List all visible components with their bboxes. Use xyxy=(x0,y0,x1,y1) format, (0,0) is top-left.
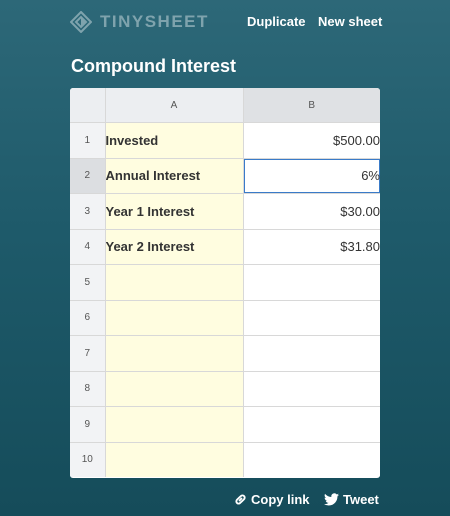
spreadsheet-grid: A B 1 Invested $500.00 2 Annual Interest 6% 3 Y… xyxy=(70,88,380,477)
sheet-row: 10 xyxy=(70,441,380,477)
cell-b7[interactable] xyxy=(242,335,380,372)
row-header-10[interactable]: 10 xyxy=(70,441,106,477)
sheet-row: 7 xyxy=(70,335,380,372)
duplicate-button[interactable]: Duplicate xyxy=(247,14,306,29)
cell-b9[interactable] xyxy=(242,406,380,443)
tweet-button[interactable]: Tweet xyxy=(324,492,379,507)
column-header-a[interactable]: A xyxy=(104,88,244,123)
sheet-row: 6 xyxy=(70,299,380,336)
cell-b6[interactable] xyxy=(242,299,380,336)
column-header-row: A B xyxy=(70,88,380,123)
cell-b2[interactable]: 6% xyxy=(242,157,380,194)
link-icon xyxy=(235,494,246,505)
sheet-row: 8 xyxy=(70,370,380,407)
new-sheet-button[interactable]: New sheet xyxy=(318,14,382,29)
cell-a4[interactable]: Year 2 Interest xyxy=(104,228,244,265)
sheet-row: 1 Invested $500.00 xyxy=(70,122,380,159)
row-header-6[interactable]: 6 xyxy=(70,299,106,336)
cell-b3[interactable]: $30.00 xyxy=(242,193,380,230)
copy-link-label: Copy link xyxy=(251,492,310,507)
cell-a8[interactable] xyxy=(104,370,244,407)
cell-a9[interactable] xyxy=(104,406,244,443)
cell-b10[interactable] xyxy=(242,441,380,477)
sheet-row: 5 xyxy=(70,264,380,301)
cell-a10[interactable] xyxy=(104,441,244,477)
column-header-b[interactable]: B xyxy=(242,88,380,123)
cell-a3[interactable]: Year 1 Interest xyxy=(104,193,244,230)
tweet-label: Tweet xyxy=(343,492,379,507)
row-header-1[interactable]: 1 xyxy=(70,122,106,159)
sheet-row: 2 Annual Interest 6% xyxy=(70,157,380,194)
copy-link-button[interactable]: Copy link xyxy=(234,492,310,507)
row-header-8[interactable]: 8 xyxy=(70,370,106,407)
row-header-3[interactable]: 3 xyxy=(70,193,106,230)
spreadsheet: A B 1 Invested $500.00 2 Annual Interest 6% 3 Y… xyxy=(70,88,380,478)
sheet-row: 4 Year 2 Interest $31.80 xyxy=(70,228,380,265)
cell-b5[interactable] xyxy=(242,264,380,301)
row-header-2[interactable]: 2 xyxy=(70,157,106,194)
cell-b4[interactable]: $31.80 xyxy=(242,228,380,265)
row-header-5[interactable]: 5 xyxy=(70,264,106,301)
cell-a2[interactable]: Annual Interest xyxy=(104,157,244,194)
cell-a5[interactable] xyxy=(104,264,244,301)
sheet-title[interactable]: Compound Interest xyxy=(71,56,236,77)
twitter-bird-icon xyxy=(324,493,339,506)
cell-a7[interactable] xyxy=(104,335,244,372)
sheet-row: 9 xyxy=(70,406,380,443)
sheet-row: 3 Year 1 Interest $30.00 xyxy=(70,193,380,230)
cell-a1[interactable]: Invested xyxy=(104,122,244,159)
cell-a6[interactable] xyxy=(104,299,244,336)
app-logo[interactable]: TINYSHEET xyxy=(70,10,209,34)
row-header-4[interactable]: 4 xyxy=(70,228,106,265)
row-header-7[interactable]: 7 xyxy=(70,335,106,372)
logo-icon xyxy=(70,11,92,33)
cell-b1[interactable]: $500.00 xyxy=(242,122,380,159)
corner-cell[interactable] xyxy=(70,88,106,123)
app-name: TINYSHEET xyxy=(100,12,209,31)
row-header-9[interactable]: 9 xyxy=(70,406,106,443)
cell-b8[interactable] xyxy=(242,370,380,407)
